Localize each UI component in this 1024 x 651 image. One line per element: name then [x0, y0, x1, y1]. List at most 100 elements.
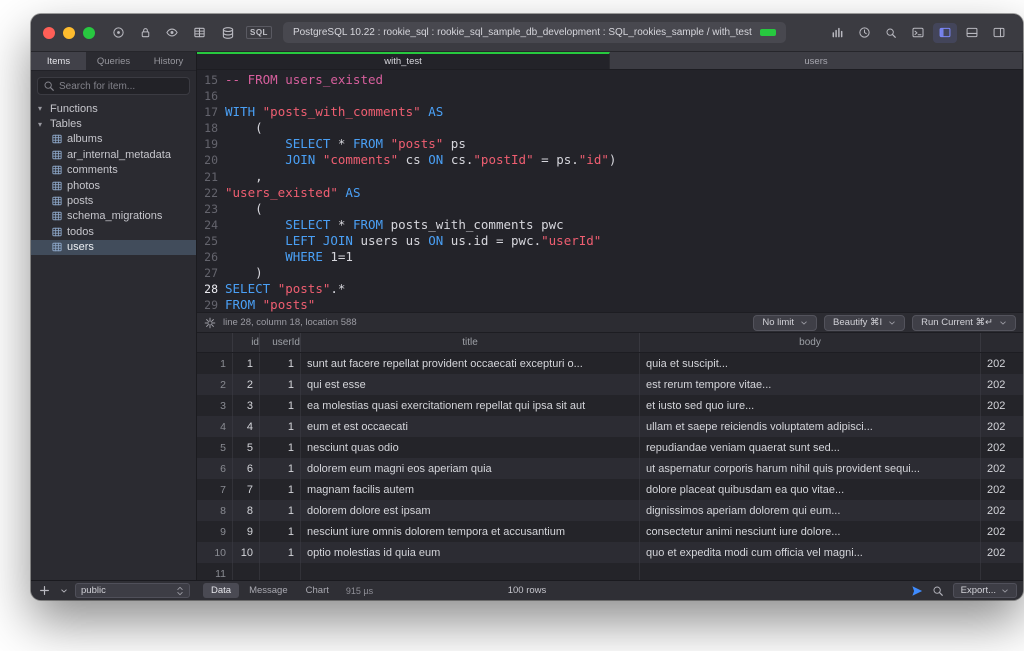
target-icon[interactable] — [106, 23, 130, 43]
editor-line-18: 18 ( — [197, 120, 1023, 136]
sidebar-item-Tables[interactable]: ▾ Tables — [31, 116, 196, 131]
code-text: ( — [225, 120, 263, 136]
table-row[interactable]: 8 8 1 dolorem dolore est ipsam dignissimos a… — [197, 500, 1023, 521]
sidebar-search[interactable] — [37, 77, 190, 95]
cell: 202 — [987, 399, 1006, 412]
search-results-icon[interactable] — [932, 585, 944, 597]
run-current--button[interactable]: Run Current ⌘↵ — [912, 314, 1016, 331]
export-button[interactable]: Export... — [952, 583, 1017, 598]
sidebar-item-schema_migrations[interactable]: schema_migrations — [31, 209, 196, 224]
panel-left-icon[interactable] — [933, 22, 957, 43]
cell: 202 — [987, 546, 1006, 559]
add-button[interactable] — [37, 584, 52, 598]
panel-right-icon[interactable] — [987, 23, 1011, 43]
table-row[interactable]: 10 10 1 optio molestias id quia eum quo et e… — [197, 542, 1023, 563]
cell: 202 — [987, 483, 1006, 496]
table-icon — [52, 196, 62, 206]
chart-icon[interactable] — [825, 23, 849, 43]
cell: 7 — [197, 479, 233, 500]
database-icon[interactable] — [216, 23, 240, 43]
cell: dolorem dolore est ipsam — [301, 500, 640, 521]
tree-item-label: photos — [67, 179, 101, 192]
content-area: with_test users 15 -- FROM users_existed 16… — [197, 52, 1023, 580]
sidebar-item-ar_internal_metadata[interactable]: ar_internal_metadata — [31, 147, 196, 162]
add-menu-chevron[interactable] — [56, 584, 71, 598]
editor-line-27: 27 ) — [197, 265, 1023, 281]
column-header-title[interactable]: title — [301, 333, 640, 352]
lock-icon[interactable] — [133, 23, 157, 43]
table-row[interactable]: 6 6 1 dolorem eum magni eos aperiam quia ut … — [197, 458, 1023, 479]
editor-tab-users[interactable]: users — [610, 52, 1023, 69]
cell: 2 — [197, 374, 233, 395]
cell: magnam facilis autem — [301, 479, 640, 500]
table-row[interactable]: 5 5 1 nesciunt quas odio repudiandae veniam … — [197, 437, 1023, 458]
bottom-toolbar: public Data Message Chart 915 µs 100 rows … — [31, 580, 1023, 600]
zoom-button[interactable] — [83, 26, 95, 39]
editor-line-16: 16 — [197, 88, 1023, 104]
cell: ullam et saepe reiciendis voluptatem adi… — [640, 416, 981, 437]
table-row[interactable]: 7 7 1 magnam facilis autem dolore placeat qu… — [197, 479, 1023, 500]
line-number: 21 — [204, 169, 218, 184]
sidebar-tab-history[interactable]: History — [141, 52, 196, 70]
close-button[interactable] — [43, 26, 55, 39]
tree-item-label: users — [67, 241, 94, 254]
statusbar-buttons: No limit Beautify ⌘I Run Current ⌘↵ — [753, 314, 1016, 331]
row-count: 100 rows — [507, 585, 547, 596]
sidebar-item-users[interactable]: users — [31, 239, 196, 255]
column-header-userId[interactable]: userId — [260, 333, 301, 352]
view-tab-data[interactable]: Data — [203, 583, 240, 598]
results-rows: 1 1 1 sunt aut facere repellat provident oc… — [197, 353, 1023, 580]
column-header-blank[interactable] — [197, 333, 233, 352]
sidebar-item-todos[interactable]: todos — [31, 224, 196, 239]
sidebar-tabs: Items Queries History — [31, 52, 196, 71]
sql-editor[interactable]: 15 -- FROM users_existed 16 17 WITH "posts_w… — [197, 70, 1023, 312]
terminal-icon[interactable] — [906, 23, 930, 43]
chevron-down-icon: ▾ — [38, 104, 43, 114]
editor-tab-with_test[interactable]: with_test — [197, 52, 610, 69]
connection-color-tag — [759, 29, 776, 36]
view-tab-chart[interactable]: Chart — [298, 583, 337, 598]
eye-icon[interactable] — [160, 23, 184, 43]
sidebar-item-posts[interactable]: posts — [31, 193, 196, 208]
grid-icon[interactable] — [187, 23, 211, 43]
sidebar-tab-queries[interactable]: Queries — [86, 52, 141, 70]
column-header-body[interactable]: body — [640, 333, 981, 352]
minimize-button[interactable] — [63, 26, 75, 39]
panel-bottom-icon[interactable] — [960, 23, 984, 43]
editor-line-22: 22 "users_existed" AS — [197, 185, 1023, 201]
sidebar-item-photos[interactable]: photos — [31, 178, 196, 193]
column-header-id[interactable]: id — [233, 333, 260, 352]
chevron-down-icon — [1001, 587, 1009, 595]
cell — [260, 563, 301, 580]
toolbar-right-icons — [825, 22, 1011, 43]
no-limit-button[interactable]: No limit — [753, 314, 818, 331]
column-header-blank[interactable] — [981, 333, 1023, 352]
editor-line-15: 15 -- FROM users_existed — [197, 72, 1023, 88]
table-row[interactable]: 2 2 1 qui est esse est rerum tempore vitae..… — [197, 374, 1023, 395]
search-icon[interactable] — [879, 23, 903, 43]
table-row[interactable]: 1 1 1 sunt aut facere repellat provident oc… — [197, 353, 1023, 374]
sidebar-item-Functions[interactable]: ▾ Functions — [31, 101, 196, 116]
send-icon[interactable] — [911, 585, 923, 597]
cell: ea molestias quasi exercitationem repell… — [301, 395, 640, 416]
toolbar-left-icons — [106, 23, 211, 43]
beautify-i-button[interactable]: Beautify ⌘I — [824, 314, 906, 331]
sidebar-item-albums[interactable]: albums — [31, 132, 196, 147]
titlebar: SQL PostgreSQL 10.22 : rookie_sql : rook… — [31, 14, 1023, 52]
sidebar-tab-items[interactable]: Items — [31, 52, 86, 70]
clock-icon[interactable] — [852, 23, 876, 43]
table-row[interactable]: 3 3 1 ea molestias quasi exercitationem rep… — [197, 395, 1023, 416]
table-row[interactable]: 4 4 1 eum et est occaecati ullam et saepe re… — [197, 416, 1023, 437]
tree-item-label: schema_migrations — [67, 210, 163, 223]
cell: sunt aut facere repellat provident occae… — [301, 353, 640, 374]
table-row[interactable]: 11 — [197, 563, 1023, 580]
gear-icon[interactable] — [204, 317, 216, 329]
sidebar-item-comments[interactable]: comments — [31, 163, 196, 178]
cell: 8 — [233, 500, 260, 521]
view-tab-message[interactable]: Message — [241, 583, 296, 598]
schema-select[interactable]: public — [75, 583, 190, 598]
search-input[interactable] — [59, 80, 184, 92]
table-row[interactable]: 9 9 1 nesciunt iure omnis dolorem tempora e… — [197, 521, 1023, 542]
cell — [233, 563, 260, 580]
cell: 4 — [233, 416, 260, 437]
